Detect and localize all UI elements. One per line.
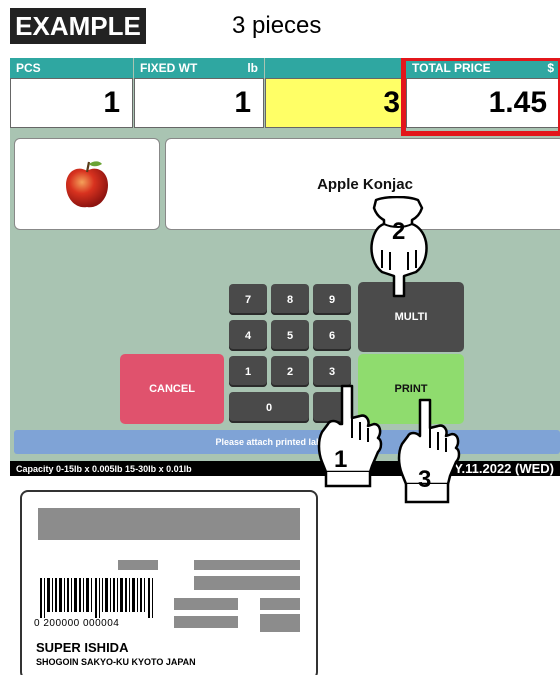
printed-label: 0 200000 000004 SUPER ISHIDA SHOGOIN SAK… — [20, 490, 318, 675]
date-text: Y.11.2022 (WED) — [454, 461, 554, 476]
barcode-digits: 0 200000 000004 — [34, 618, 120, 629]
status-bar: Capacity 0-15lb x 0.005lb 15-30lb x 0.01… — [10, 461, 560, 476]
key-5[interactable]: 5 — [271, 320, 309, 351]
label-gray-bar — [194, 576, 300, 590]
pointing-hand-icon-step-2 — [370, 196, 428, 298]
product-name[interactable]: Apple Konjac — [165, 138, 560, 230]
pointing-hand-icon-step-1 — [317, 384, 383, 488]
label-gray-bar — [118, 560, 158, 570]
label-gray-bar — [174, 616, 238, 628]
store-address: SHOGOIN SAKYO-KU KYOTO JAPAN — [36, 657, 196, 667]
message-bar: Please attach printed label to bag — [14, 430, 560, 454]
pcs-label: PCS — [16, 61, 41, 75]
key-7[interactable]: 7 — [229, 284, 267, 315]
fixed-wt-value[interactable]: 1 — [134, 78, 264, 128]
example-badge: EXAMPLE — [10, 8, 146, 44]
fixed-wt-header: FIXED WT lb — [134, 58, 264, 78]
apple-icon — [66, 161, 108, 208]
key-9[interactable]: 9 — [313, 284, 351, 315]
label-gray-bar — [38, 508, 300, 540]
label-gray-bar — [260, 598, 300, 610]
key-2[interactable]: 2 — [271, 356, 309, 387]
product-image[interactable] — [14, 138, 160, 230]
caption: 3 pieces — [232, 12, 322, 39]
step-1-number: 1 — [334, 446, 348, 473]
pcs-header: PCS — [10, 58, 133, 78]
key-1[interactable]: 1 — [229, 356, 267, 387]
label-gray-bar — [194, 560, 300, 570]
capacity-text: Capacity 0-15lb x 0.005lb 15-30lb x 0.01… — [16, 463, 192, 474]
key-3[interactable]: 3 — [313, 356, 351, 387]
label-gray-bar — [174, 598, 238, 610]
key-4[interactable]: 4 — [229, 320, 267, 351]
step-3-number: 3 — [418, 466, 432, 493]
label-gray-bar — [260, 614, 300, 632]
key-6[interactable]: 6 — [313, 320, 351, 351]
key-0[interactable]: 0 — [229, 392, 309, 423]
step-2-number: 2 — [392, 218, 406, 245]
scale-screen: PCS FIXED WT lb TOTAL PRICE $ 1 1 3 1.45… — [10, 58, 560, 476]
count-value[interactable]: 3 — [265, 78, 405, 128]
key-8[interactable]: 8 — [271, 284, 309, 315]
cancel-button[interactable]: CANCEL — [120, 354, 224, 424]
pcs-value[interactable]: 1 — [10, 78, 133, 128]
barcode-icon — [40, 578, 153, 618]
store-name: SUPER ISHIDA — [36, 640, 129, 655]
total-price-highlight — [401, 58, 560, 136]
fixed-wt-label: FIXED WT — [140, 61, 198, 75]
fixed-wt-unit: lb — [247, 61, 258, 75]
count-header — [265, 58, 405, 78]
